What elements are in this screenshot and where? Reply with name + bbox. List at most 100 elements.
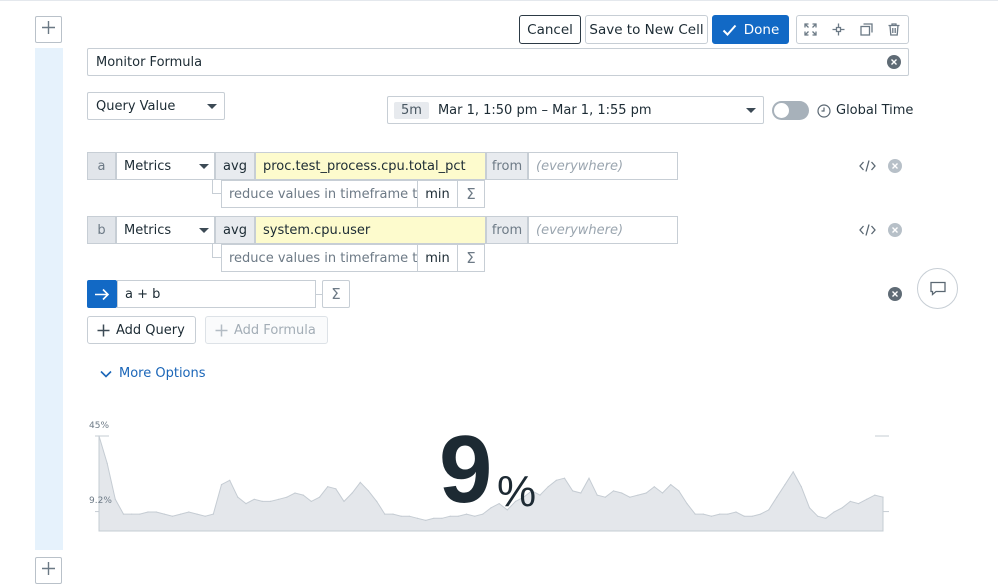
sparkline-point bbox=[163, 513, 165, 515]
sparkline-point bbox=[180, 513, 182, 515]
more-options-label: More Options bbox=[119, 366, 206, 381]
remove-formula-icon[interactable] bbox=[888, 287, 902, 301]
query-source-select[interactable]: Metrics bbox=[116, 216, 215, 244]
sparkline-point bbox=[122, 513, 125, 515]
sparkline-point bbox=[384, 513, 386, 515]
global-time: Global Time bbox=[817, 103, 913, 118]
expand-icon[interactable] bbox=[797, 16, 825, 43]
sparkline-point bbox=[204, 515, 206, 517]
sparkline-point bbox=[416, 517, 419, 519]
sparkline-point bbox=[792, 471, 794, 473]
code-icon[interactable] bbox=[857, 221, 877, 239]
sparkline-point bbox=[686, 503, 688, 505]
sparkline-point bbox=[857, 503, 860, 505]
comment-icon bbox=[929, 281, 946, 296]
sparkline-point bbox=[629, 496, 631, 498]
sparkline-point bbox=[825, 517, 827, 519]
query-letter: b bbox=[87, 216, 116, 244]
sparkline-point bbox=[735, 511, 737, 513]
global-time-label: Global Time bbox=[836, 103, 914, 118]
add-cell-above-button[interactable] bbox=[35, 16, 62, 43]
clone-icon[interactable] bbox=[853, 16, 881, 43]
sparkline-point bbox=[727, 513, 729, 515]
cancel-button[interactable]: Cancel bbox=[519, 15, 581, 44]
add-query-label: Add Query bbox=[116, 322, 185, 338]
chevron-down-icon bbox=[199, 228, 209, 233]
sparkline-point bbox=[359, 481, 361, 483]
sparkline-point bbox=[849, 500, 851, 502]
trash-icon[interactable] bbox=[880, 16, 908, 43]
query-letter: a bbox=[87, 152, 116, 180]
sparkline-point bbox=[171, 515, 174, 517]
sigma-function-button[interactable]: Σ bbox=[322, 280, 350, 308]
reduce-function-select[interactable]: min bbox=[417, 244, 458, 272]
code-icon[interactable] bbox=[857, 157, 877, 175]
cell-gutter bbox=[35, 48, 63, 550]
add-query-button[interactable]: Add Query bbox=[87, 316, 196, 344]
query-source-value: Metrics bbox=[124, 222, 172, 238]
sparkline-point bbox=[245, 503, 247, 505]
split-icon[interactable] bbox=[825, 16, 853, 43]
visualization-type-select[interactable]: Query Value bbox=[87, 92, 225, 120]
aggregator-select[interactable]: avg bbox=[215, 152, 255, 180]
sparkline-point bbox=[817, 515, 819, 517]
chevron-down-icon bbox=[207, 104, 217, 109]
metric-input[interactable]: proc.test_process.cpu.total_pct bbox=[255, 152, 486, 180]
metric-input[interactable]: system.cpu.user bbox=[255, 216, 486, 244]
sparkline-point bbox=[286, 496, 288, 498]
sparkline-point bbox=[784, 484, 786, 486]
comment-button[interactable] bbox=[917, 268, 958, 309]
from-label: from bbox=[486, 216, 528, 244]
add-formula-button[interactable]: Add Formula bbox=[205, 316, 328, 344]
sparkline-point bbox=[310, 500, 312, 502]
sparkline-point bbox=[555, 479, 557, 481]
sparkline-point bbox=[343, 500, 345, 502]
formula-arrow-button[interactable] bbox=[87, 280, 117, 308]
sparkline-point bbox=[776, 496, 778, 498]
aggregator-select[interactable]: avg bbox=[215, 216, 255, 244]
global-time-toggle[interactable] bbox=[772, 101, 809, 120]
sparkline-point bbox=[367, 490, 370, 492]
sigma-function-button[interactable]: Σ bbox=[457, 244, 485, 272]
clear-icon[interactable] bbox=[887, 55, 901, 69]
more-options-toggle[interactable]: More Options bbox=[100, 366, 206, 381]
sparkline-point bbox=[229, 479, 231, 481]
sparkline-point bbox=[278, 498, 280, 500]
sparkline-point bbox=[670, 484, 672, 486]
remove-query-icon[interactable] bbox=[888, 223, 902, 237]
from-scope-input[interactable]: (everywhere) bbox=[528, 152, 678, 180]
sparkline-point bbox=[220, 484, 223, 486]
plus-icon bbox=[97, 324, 110, 337]
save-to-new-cell-button[interactable]: Save to New Cell bbox=[585, 15, 708, 44]
timeframe-select[interactable]: 5m Mar 1, 1:50 pm – Mar 1, 1:55 pm bbox=[387, 96, 764, 124]
sparkline-point bbox=[743, 515, 745, 517]
add-cell-below-button[interactable] bbox=[35, 557, 62, 584]
formula-input[interactable]: a + b bbox=[117, 280, 316, 308]
sparkline-point bbox=[433, 517, 435, 519]
sparkline-point bbox=[572, 490, 574, 492]
cell-title-input[interactable]: Monitor Formula bbox=[87, 48, 909, 76]
done-label: Done bbox=[743, 21, 780, 38]
sparkline-point bbox=[702, 513, 704, 515]
sparkline-point bbox=[155, 511, 157, 513]
remove-query-icon[interactable] bbox=[888, 159, 902, 173]
sparkline-point bbox=[612, 490, 615, 492]
plus-icon bbox=[41, 561, 56, 580]
done-button[interactable]: Done bbox=[712, 15, 789, 44]
sparkline-point bbox=[327, 486, 329, 488]
query-value-number: 9 bbox=[439, 416, 493, 523]
sparkline-point bbox=[694, 513, 696, 515]
sparkline-point bbox=[751, 515, 753, 517]
clock-icon bbox=[817, 103, 831, 118]
query-source-value: Metrics bbox=[124, 158, 172, 174]
sparkline-point bbox=[237, 496, 239, 498]
query-source-select[interactable]: Metrics bbox=[116, 152, 215, 180]
sparkline-point bbox=[294, 492, 296, 494]
toggle-knob bbox=[774, 103, 789, 118]
sparkline-point bbox=[400, 515, 402, 517]
from-scope-input[interactable]: (everywhere) bbox=[528, 216, 678, 244]
sigma-function-button[interactable]: Σ bbox=[457, 180, 485, 208]
sparkline-point bbox=[261, 500, 263, 502]
reduce-function-select[interactable]: min bbox=[417, 180, 458, 208]
sparkline-point bbox=[661, 492, 664, 494]
